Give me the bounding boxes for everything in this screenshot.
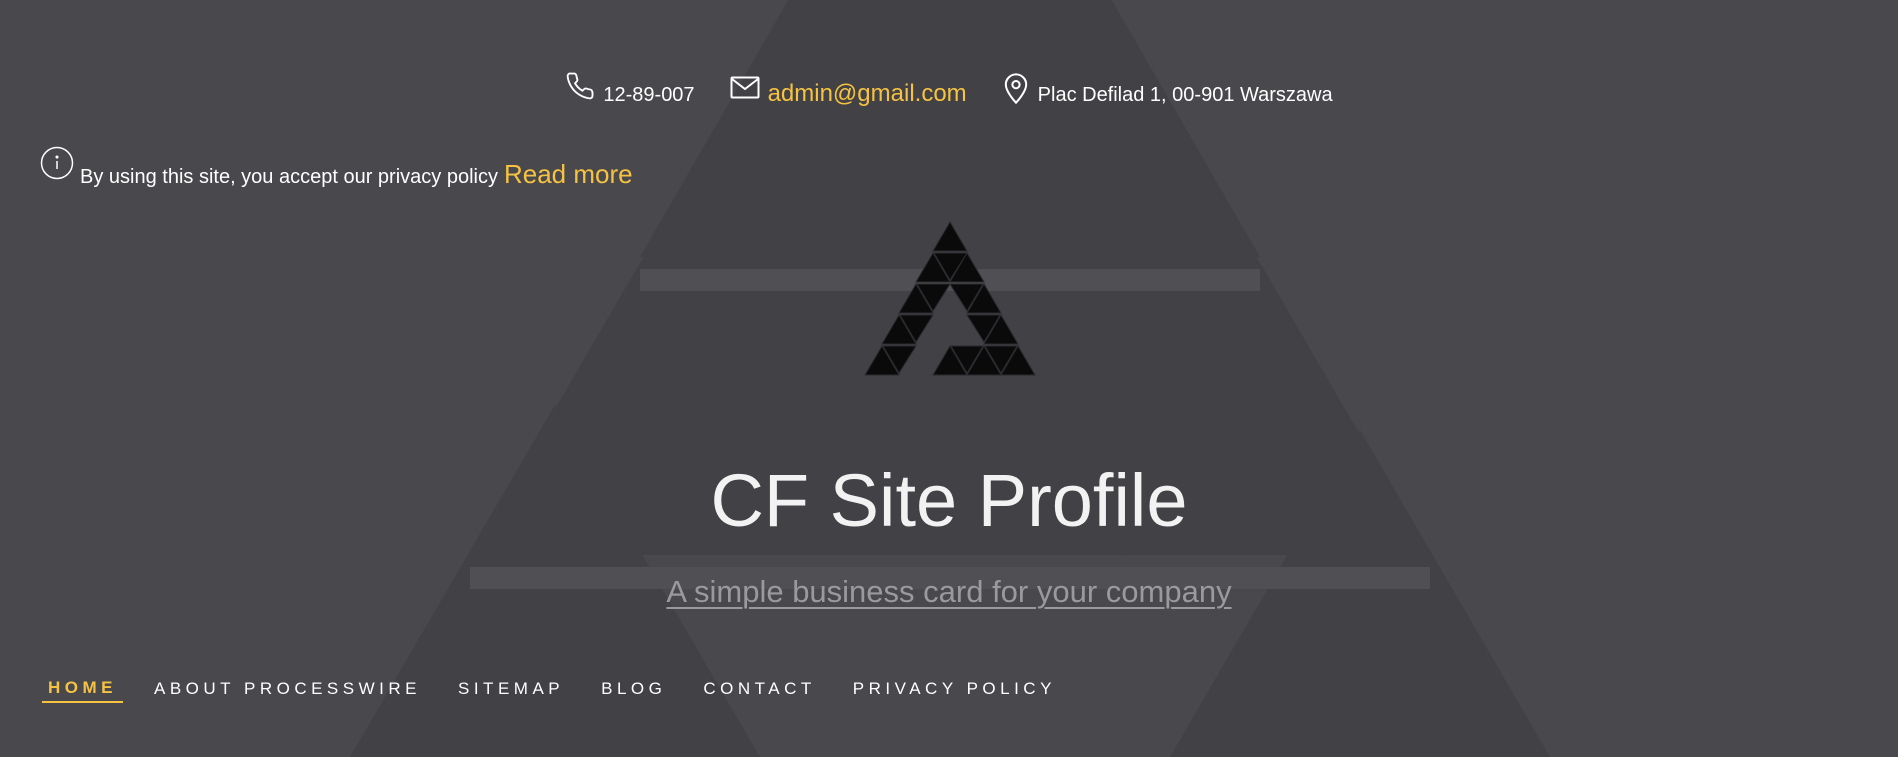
privacy-notice: By using this site, you accept our priva… (40, 146, 633, 190)
envelope-icon (730, 76, 760, 99)
address-contact: Plac Defilad 1, 00-901 Warszawa (1002, 70, 1333, 107)
page: 12-89-007 admin@gmail.com Plac Defilad 1… (0, 0, 1898, 757)
phone-icon (567, 72, 594, 100)
privacy-text: By using this site, you accept our priva… (80, 166, 498, 188)
phone-number: 12-89-007 (603, 83, 695, 106)
nav-item-home[interactable]: HOME (42, 678, 123, 703)
info-icon (40, 146, 74, 180)
phone-contact: 12-89-007 (565, 70, 695, 107)
email-contact: admin@gmail.com (730, 68, 967, 108)
nav-item-contact[interactable]: CONTACT (697, 679, 821, 702)
triangle-logo[interactable] (850, 220, 1050, 395)
map-pin-icon (1004, 73, 1027, 105)
nav-item-blog[interactable]: BLOG (595, 679, 672, 702)
read-more-link[interactable]: Read more (504, 159, 633, 190)
email-link[interactable]: admin@gmail.com (768, 80, 967, 108)
nav-item-privacy-policy[interactable]: PRIVACY POLICY (847, 679, 1062, 702)
site-title: CF Site Profile (710, 459, 1188, 542)
contact-bar: 12-89-007 admin@gmail.com Plac Defilad 1… (0, 68, 1898, 108)
site-tagline: A simple business card for your company (0, 574, 1898, 610)
address-text: Plac Defilad 1, 00-901 Warszawa (1037, 83, 1333, 106)
nav-item-sitemap[interactable]: SITEMAP (452, 679, 570, 702)
nav-item-about-processwire[interactable]: ABOUT PROCESSWIRE (148, 679, 427, 702)
tagline-link[interactable]: A simple business card for your company (666, 574, 1231, 609)
main-nav: HOME ABOUT PROCESSWIRE SITEMAP BLOG CONT… (42, 678, 1087, 703)
